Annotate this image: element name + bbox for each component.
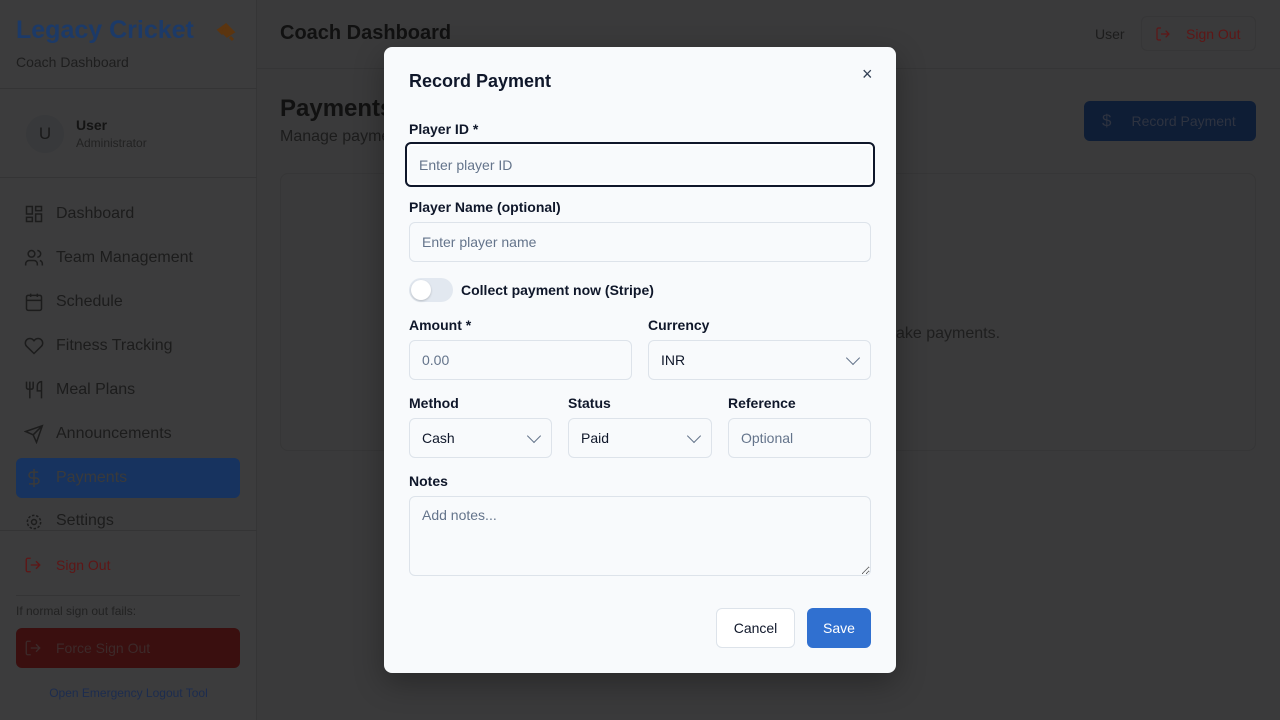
record-payment-button[interactable]: $ Record Payment bbox=[1084, 101, 1256, 141]
dollar-icon: $ bbox=[1102, 111, 1112, 130]
logout-icon bbox=[25, 640, 41, 656]
sidebar-item-label: Dashboard bbox=[56, 205, 135, 222]
method-label: Method bbox=[409, 395, 459, 411]
emergency-logout-link[interactable]: Open Emergency Logout Tool bbox=[0, 686, 257, 700]
amount-input[interactable] bbox=[409, 340, 632, 380]
notes-textarea[interactable] bbox=[409, 496, 871, 576]
sidebar-item-dashboard[interactable]: Dashboard bbox=[16, 194, 240, 234]
empty-state-text: ake payments. bbox=[896, 325, 1001, 342]
chevron-down-icon bbox=[526, 428, 542, 443]
status-value: Paid bbox=[581, 430, 610, 446]
reference-input[interactable] bbox=[728, 418, 871, 458]
sign-out-label: Sign Out bbox=[1186, 25, 1241, 42]
sidebar-item-label: Schedule bbox=[56, 293, 123, 310]
stripe-toggle-label: Collect payment now (Stripe) bbox=[461, 282, 654, 298]
sign-out-label: Sign Out bbox=[56, 557, 111, 573]
sidebar-sign-out-button[interactable]: Sign Out bbox=[24, 556, 110, 574]
sidebar-item-label: Fitness Tracking bbox=[56, 337, 173, 354]
status-select[interactable]: Paid bbox=[568, 418, 712, 458]
gear-icon bbox=[26, 514, 42, 530]
sidebar-item-announcements[interactable]: Announcements bbox=[16, 414, 240, 454]
player-name-label: Player Name (optional) bbox=[409, 199, 561, 215]
brand-title: Legacy Cricket bbox=[16, 16, 194, 44]
sign-out-fail-note: If normal sign out fails: bbox=[16, 604, 137, 618]
sidebar-item-label: Announcements bbox=[56, 425, 172, 442]
save-button[interactable]: Save bbox=[807, 608, 871, 648]
dollar-icon bbox=[28, 468, 40, 488]
sidebar-item-team-management[interactable]: Team Management bbox=[16, 238, 240, 278]
sidebar-item-meal-plans[interactable]: Meal Plans bbox=[16, 370, 240, 410]
utensils-icon bbox=[25, 380, 43, 399]
player-name-input[interactable] bbox=[409, 222, 871, 262]
page-subtitle: Manage payme bbox=[280, 128, 391, 145]
heart-icon bbox=[24, 337, 44, 355]
sidebar-item-label: Settings bbox=[56, 512, 114, 529]
user-name: User bbox=[76, 117, 108, 133]
sidebar: Legacy Cricket Coach Dashboard U User Ad… bbox=[0, 0, 257, 720]
cricket-bat-icon bbox=[216, 23, 236, 42]
currency-label: Currency bbox=[648, 317, 710, 333]
method-select[interactable]: Cash bbox=[409, 418, 552, 458]
reference-label: Reference bbox=[728, 395, 796, 411]
force-sign-out-label: Force Sign Out bbox=[56, 640, 151, 656]
chevron-down-icon bbox=[686, 428, 702, 443]
sidebar-item-schedule[interactable]: Schedule bbox=[16, 282, 240, 322]
header-title: Coach Dashboard bbox=[280, 22, 452, 44]
logout-icon bbox=[1156, 26, 1170, 41]
logout-icon bbox=[25, 557, 41, 573]
grid-icon bbox=[25, 205, 43, 223]
avatar: U bbox=[26, 115, 64, 153]
sidebar-item-fitness-tracking[interactable]: Fitness Tracking bbox=[16, 326, 240, 366]
method-value: Cash bbox=[422, 430, 455, 446]
page-title: Payments bbox=[280, 95, 394, 122]
user-role: Administrator bbox=[76, 136, 147, 150]
stripe-toggle[interactable] bbox=[409, 278, 453, 302]
users-icon bbox=[24, 249, 44, 266]
force-sign-out-button[interactable]: Force Sign Out bbox=[16, 628, 240, 668]
currency-value: INR bbox=[661, 352, 686, 368]
sidebar-item-label: Payments bbox=[56, 469, 128, 486]
amount-label: Amount * bbox=[409, 317, 472, 333]
cancel-button[interactable]: Cancel bbox=[716, 608, 795, 648]
calendar-icon bbox=[25, 293, 43, 312]
sidebar-item-label: Team Management bbox=[56, 249, 193, 266]
send-icon bbox=[24, 424, 44, 444]
sidebar-item-label: Meal Plans bbox=[56, 381, 136, 398]
notes-label: Notes bbox=[409, 473, 448, 489]
currency-select[interactable]: INR bbox=[648, 340, 871, 380]
chevron-down-icon bbox=[845, 350, 861, 365]
status-label: Status bbox=[568, 395, 611, 411]
player-id-input[interactable] bbox=[405, 142, 875, 187]
sidebar-item-settings[interactable]: Settings bbox=[16, 502, 240, 530]
close-icon[interactable]: × bbox=[862, 64, 873, 85]
sidebar-item-payments[interactable]: Payments bbox=[16, 458, 240, 498]
brand-subtitle: Coach Dashboard bbox=[16, 54, 129, 70]
header-sign-out-button[interactable]: Sign Out bbox=[1141, 16, 1256, 51]
modal-title: Record Payment bbox=[409, 71, 552, 91]
player-id-label: Player ID * bbox=[409, 121, 479, 137]
record-payment-label: Record Payment bbox=[1131, 113, 1236, 129]
header-user: User bbox=[1095, 26, 1125, 42]
